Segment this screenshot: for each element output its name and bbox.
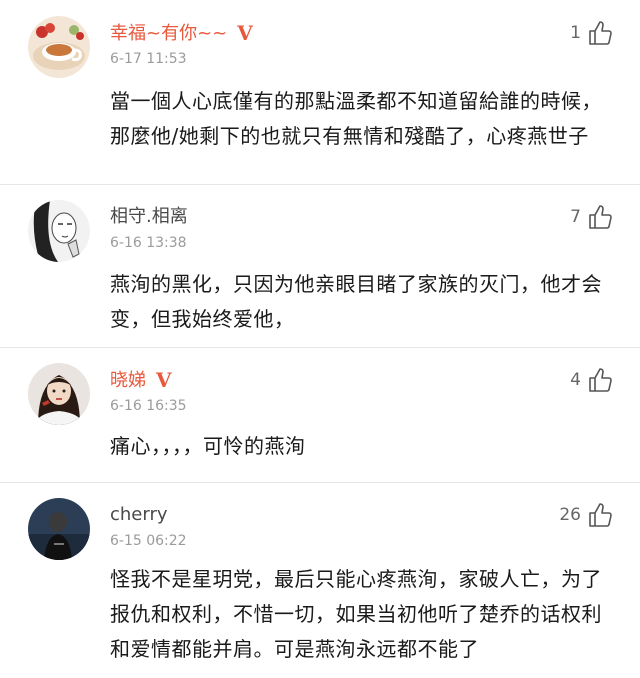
comment-time: 6-16 16:35 [110, 398, 187, 414]
username-text: 相守.相离 [110, 206, 188, 227]
comment-time: 6-17 11:53 [110, 51, 187, 67]
comment-text: 當一個人心底僅有的那點溫柔都不知道留給誰的時候，那麼他/她剩下的也就只有無情和殘… [110, 89, 602, 148]
comment-text: 燕洵的黑化，只因为他亲眼目睹了家族的灭门，他才会变，但我始终爱他， [110, 272, 602, 331]
like-count: 1 [570, 23, 581, 43]
tea-cup-avatar[interactable] [28, 16, 90, 78]
comment-item: 幸福~有你~~ V 6-17 11:53 1 當一個人心底僅有的那點溫柔都不知道留… [0, 0, 640, 185]
like-button[interactable]: 1 [570, 18, 612, 48]
like-button[interactable]: 4 [570, 365, 612, 395]
comment-time: 6-16 13:38 [110, 235, 187, 251]
username-text: 晓娣 [110, 370, 146, 391]
username-text: cherry [110, 504, 168, 525]
like-button[interactable]: 26 [559, 500, 612, 530]
thumbs-up-icon [588, 502, 612, 528]
verified-icon: V [156, 368, 172, 392]
dark-photo-avatar[interactable] [28, 498, 90, 560]
username[interactable]: 晓娣 V [110, 367, 172, 394]
like-button[interactable]: 7 [570, 202, 612, 232]
verified-icon: V [237, 21, 253, 45]
comment-item: 相守.相离 6-16 13:38 7 燕洵的黑化，只因为他亲眼目睹了家族的灭门，… [0, 185, 640, 348]
sketch-girl-avatar[interactable] [28, 200, 90, 262]
girl-portrait-avatar[interactable] [28, 363, 90, 425]
comment-item: 晓娣 V 6-16 16:35 4 痛心，，，，可怜的燕洵 [0, 348, 640, 483]
username[interactable]: 幸福~有你~~ V [110, 20, 253, 47]
username[interactable]: cherry [110, 502, 168, 528]
like-count: 4 [570, 370, 581, 390]
comment-text: 怪我不是星玥党，最后只能心疼燕洵，家破人亡，为了报仇和权利，不惜一切，如果当初他… [110, 567, 602, 661]
comment-time: 6-15 06:22 [110, 533, 187, 549]
like-count: 7 [570, 207, 581, 227]
thumbs-up-icon [588, 204, 612, 230]
comment-list: 幸福~有你~~ V 6-17 11:53 1 當一個人心底僅有的那點溫柔都不知道留… [0, 0, 640, 678]
thumbs-up-icon [588, 20, 612, 46]
like-count: 26 [559, 505, 581, 525]
username-text: 幸福~有你~~ [110, 23, 228, 44]
username[interactable]: 相守.相离 [110, 204, 188, 230]
comment-item: cherry 6-15 06:22 26 怪我不是星玥党，最后只能心疼燕洵，家破… [0, 483, 640, 678]
thumbs-up-icon [588, 367, 612, 393]
comment-text: 痛心，，，，可怜的燕洵 [110, 434, 306, 458]
